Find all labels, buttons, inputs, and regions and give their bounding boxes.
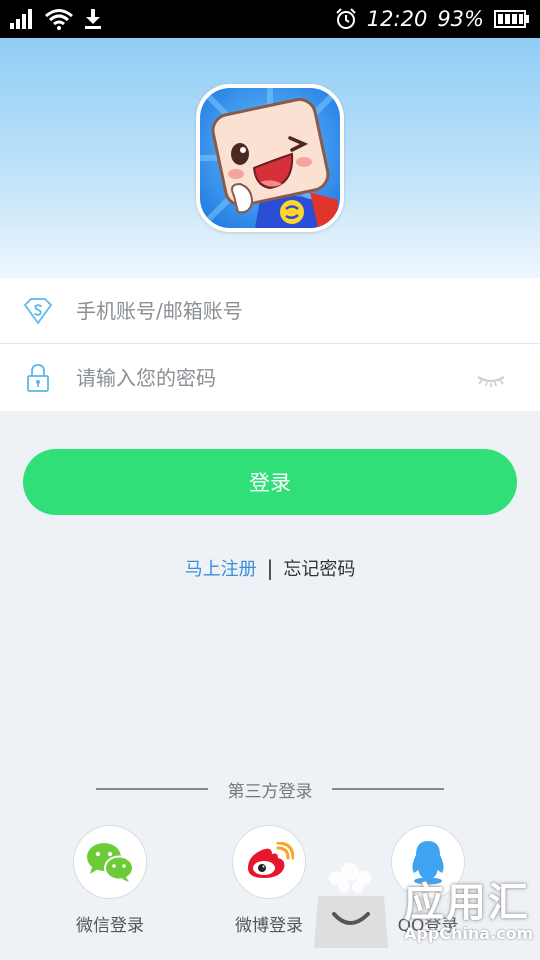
forgot-password-link[interactable]: 忘记密码 [283,555,355,581]
app-logo-art [200,88,340,228]
weibo-circle[interactable] [232,825,306,899]
divider-line-right [332,788,444,790]
download-icon [85,9,101,29]
divider-line-left [96,788,208,790]
wechat-label: 微信登录 [76,916,144,936]
link-separator: | [266,556,274,580]
weibo-label: 微博登录 [235,916,303,936]
account-input[interactable] [76,291,456,331]
status-right: 12:20 93% [335,7,530,31]
lock-icon [27,364,49,392]
wechat-circle[interactable] [73,825,147,899]
status-time: 12:20 [366,7,428,31]
battery-percent: 93% [437,7,484,31]
app-logo [196,84,344,232]
weibo-icon [248,842,294,878]
appchina-bag-icon [314,863,388,948]
battery-icon [494,10,529,28]
watermark-cn: 应用汇 [404,880,530,926]
wechat-login-button[interactable]: 微信登录 [60,825,160,940]
wechat-icon [87,843,134,882]
account-row [0,278,540,344]
status-bar: 12:20 93% [0,0,540,38]
wifi-icon [45,9,73,30]
third-party-title: 第三方登录 [227,781,313,802]
signal-icon [10,9,32,29]
alarm-icon [336,8,356,29]
status-left [10,8,102,30]
mascot-icon [200,88,340,228]
login-form [0,278,540,411]
password-row [0,345,540,411]
eye-closed-icon[interactable] [474,367,508,389]
watermark-en: AppChina.com [404,924,534,943]
account-diamond-icon [23,297,53,325]
register-link[interactable]: 马上注册 [185,555,257,581]
appchina-watermark: 应用汇 AppChina.com [312,860,534,952]
weibo-login-button[interactable]: 微博登录 [219,825,319,940]
third-party-divider: 第三方登录 [96,776,444,802]
login-button[interactable]: 登录 [23,449,517,515]
account-links: 马上注册 | 忘记密码 [0,554,540,582]
password-input[interactable] [76,358,456,398]
